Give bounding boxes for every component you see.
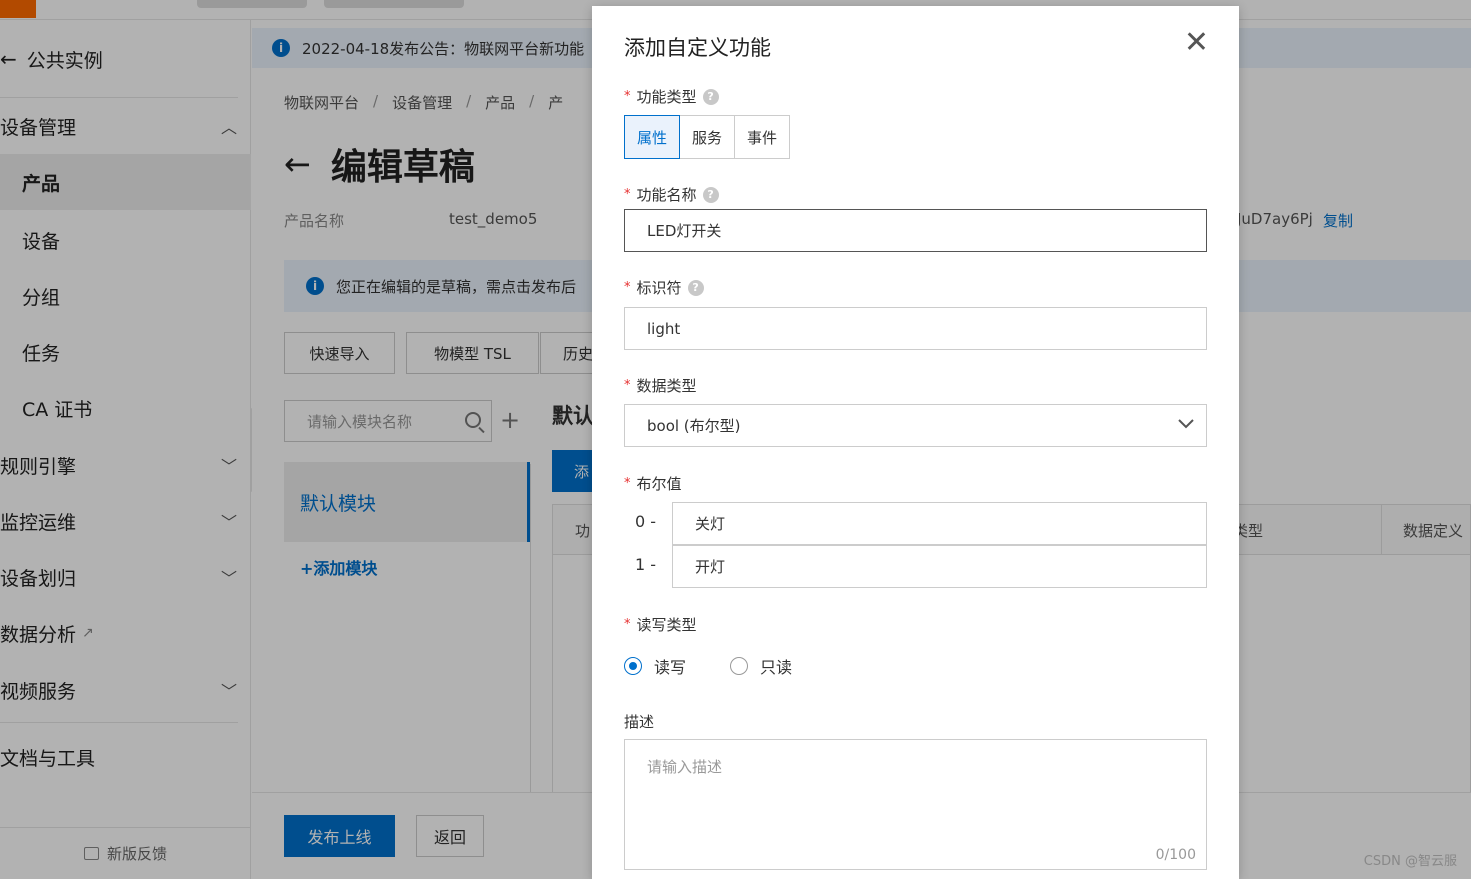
option-label: 事件 xyxy=(746,128,777,147)
function-type-selector: 属性 服务 事件 xyxy=(624,115,790,159)
function-name-label: * 功能名称 ? xyxy=(624,184,719,205)
textarea-placeholder: 请输入描述 xyxy=(647,758,723,776)
label-text: 数据类型 xyxy=(636,377,697,395)
function-type-label: * 功能类型 ? xyxy=(624,86,719,107)
required-mark: * xyxy=(624,378,631,393)
label-text: 功能类型 xyxy=(636,88,697,106)
data-type-select[interactable]: bool (布尔型) xyxy=(624,404,1207,447)
rw-type-label: * 读写类型 xyxy=(624,614,697,635)
radio-read-write[interactable]: 读写 xyxy=(624,654,686,678)
function-type-property[interactable]: 属性 xyxy=(624,115,680,159)
required-mark: * xyxy=(624,280,631,295)
radio-read-only[interactable]: 只读 xyxy=(730,654,792,678)
option-label: 服务 xyxy=(691,128,722,147)
function-type-event[interactable]: 事件 xyxy=(734,115,790,159)
help-icon[interactable]: ? xyxy=(687,279,704,296)
add-custom-function-dialog: 添加自定义功能 ✕ * 功能类型 ? 属性 服务 事件 * 功能名称 ? LED… xyxy=(592,6,1239,879)
function-type-service[interactable]: 服务 xyxy=(679,115,735,159)
input-value: light xyxy=(647,319,681,338)
bool-true-input[interactable]: 开灯 xyxy=(672,545,1207,588)
help-icon[interactable]: ? xyxy=(702,186,719,203)
required-mark: * xyxy=(624,89,631,104)
label-text: 读写类型 xyxy=(636,616,697,634)
bool-value-label: * 布尔值 xyxy=(624,473,682,494)
rw-type-radio-group: 读写 只读 xyxy=(624,654,836,678)
identifier-label: * 标识符 ? xyxy=(624,277,704,298)
data-type-label: * 数据类型 xyxy=(624,375,697,396)
bool-row-true: 1 - 开灯 xyxy=(624,545,1207,588)
help-icon[interactable]: ? xyxy=(702,88,719,105)
input-value: 关灯 xyxy=(695,515,726,533)
option-label: 属性 xyxy=(636,128,667,147)
char-counter: 0/100 xyxy=(1155,847,1196,863)
required-mark: * xyxy=(624,476,631,491)
bool-row-false: 0 - 关灯 xyxy=(624,502,1207,545)
function-name-input[interactable]: LED灯开关 xyxy=(624,209,1207,252)
radio-unchecked-icon xyxy=(730,657,749,675)
select-value: bool (布尔型) xyxy=(647,417,741,435)
radio-checked-icon xyxy=(624,657,642,675)
chevron-down-icon xyxy=(1178,419,1194,429)
bool-false-input[interactable]: 关灯 xyxy=(672,502,1207,545)
label-text: 布尔值 xyxy=(636,475,682,493)
watermark: CSDN @智云服 xyxy=(1363,854,1457,869)
input-value: LED灯开关 xyxy=(647,222,722,240)
label-text: 描述 xyxy=(624,713,655,731)
required-mark: * xyxy=(624,187,631,202)
radio-label: 只读 xyxy=(760,658,793,677)
identifier-input[interactable]: light xyxy=(624,307,1207,350)
dialog-title: 添加自定义功能 xyxy=(624,36,771,60)
label-text: 功能名称 xyxy=(636,186,697,204)
description-label: 描述 xyxy=(624,711,654,732)
input-value: 开灯 xyxy=(695,558,726,576)
required-mark: * xyxy=(624,617,631,632)
bool-key: 1 - xyxy=(635,555,657,574)
bool-key: 0 - xyxy=(635,512,657,531)
description-textarea[interactable]: 请输入描述 0/100 xyxy=(624,739,1207,870)
radio-label: 读写 xyxy=(654,658,687,677)
label-text: 标识符 xyxy=(636,279,682,297)
close-icon[interactable]: ✕ xyxy=(1184,28,1209,58)
